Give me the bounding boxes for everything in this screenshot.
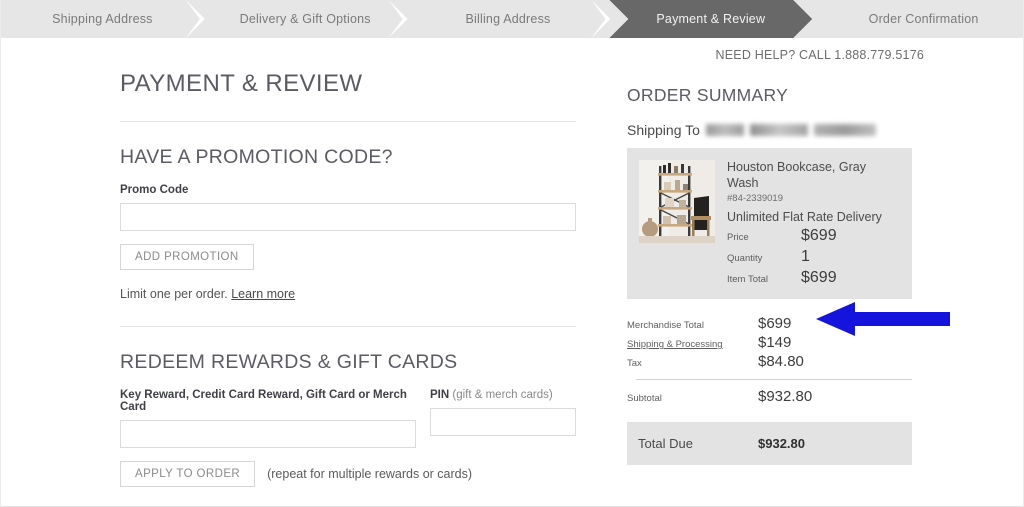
- product-quantity-row: Quantity 1: [727, 248, 900, 266]
- step-shipping-address[interactable]: Shipping Address: [1, 0, 204, 38]
- merchandise-total-row: Merchandise Total $699: [627, 315, 912, 332]
- promo-note-text: Limit one per order.: [120, 287, 228, 301]
- need-help-phone: NEED HELP? CALL 1.888.779.5176: [716, 48, 924, 62]
- total-due-value: $932.80: [758, 436, 805, 451]
- apply-to-order-button[interactable]: APPLY TO ORDER: [120, 461, 255, 487]
- tax-value: $84.80: [758, 353, 804, 370]
- promo-code-label: Promo Code: [120, 184, 576, 196]
- rewards-heading: REDEEM REWARDS & GIFT CARDS: [120, 351, 576, 374]
- divider: [120, 326, 576, 327]
- pin-input[interactable]: [430, 408, 576, 436]
- chevron-right-icon: [591, 0, 610, 38]
- shipping-processing-value: $149: [758, 334, 791, 351]
- order-item-card: Houston Bookcase, Gray Wash #84-2339019 …: [627, 148, 912, 299]
- checkout-page: Shipping Address Delivery & Gift Options…: [0, 0, 1024, 507]
- product-thumbnail[interactable]: [639, 160, 715, 243]
- promotion-heading: HAVE A PROMOTION CODE?: [120, 146, 576, 169]
- step-label: Billing Address: [465, 12, 550, 26]
- promo-code-input[interactable]: [120, 203, 576, 231]
- promo-note: Limit one per order. Learn more: [120, 287, 576, 301]
- apply-to-order-row: APPLY TO ORDER (repeat for multiple rewa…: [120, 448, 576, 487]
- apply-hint-text: (repeat for multiple rewards or cards): [267, 467, 472, 481]
- redacted-address-part: [750, 124, 808, 136]
- redacted-address-part: [706, 124, 744, 136]
- pin-label: PIN (gift & merch cards): [430, 389, 576, 401]
- product-price-label: Price: [727, 232, 801, 243]
- step-label: Order Confirmation: [869, 12, 979, 26]
- totals-divider: [636, 379, 912, 380]
- shipping-processing-link[interactable]: Shipping & Processing: [627, 339, 758, 350]
- product-info: Houston Bookcase, Gray Wash #84-2339019 …: [727, 160, 900, 287]
- pin-label-sub: (gift & merch cards): [452, 389, 552, 401]
- payment-review-form: PAYMENT & REVIEW HAVE A PROMOTION CODE? …: [120, 70, 576, 507]
- product-price-value: $699: [801, 227, 837, 245]
- order-summary-title: ORDER SUMMARY: [627, 85, 912, 106]
- merchandise-total-value: $699: [758, 315, 791, 332]
- order-totals: Merchandise Total $699 Shipping & Proces…: [627, 315, 912, 405]
- subtotal-value: $932.80: [758, 388, 812, 405]
- add-promotion-button[interactable]: ADD PROMOTION: [120, 244, 254, 270]
- product-sku: #84-2339019: [727, 193, 900, 204]
- step-payment-review[interactable]: Payment & Review: [609, 0, 812, 38]
- product-price-row: Price $699: [727, 227, 900, 245]
- redacted-address-part: [814, 124, 876, 136]
- product-delivery-method: Unlimited Flat Rate Delivery: [727, 210, 900, 224]
- shipping-to-label: Shipping To: [627, 122, 700, 138]
- tax-label: Tax: [627, 358, 758, 369]
- page-title: PAYMENT & REVIEW: [120, 70, 576, 98]
- merchandise-total-label: Merchandise Total: [627, 320, 758, 331]
- rewards-fields-row: Key Reward, Credit Card Reward, Gift Car…: [120, 374, 576, 448]
- product-item-total-row: Item Total $699: [727, 269, 900, 287]
- step-delivery-gift-options[interactable]: Delivery & Gift Options: [204, 0, 407, 38]
- step-label: Delivery & Gift Options: [240, 12, 371, 26]
- total-due-label: Total Due: [627, 436, 758, 451]
- chevron-right-icon: [186, 0, 205, 38]
- reward-card-label: Key Reward, Credit Card Reward, Gift Car…: [120, 389, 416, 413]
- pin-field-group: PIN (gift & merch cards): [430, 374, 576, 448]
- reward-card-input[interactable]: [120, 420, 416, 448]
- subtotal-row: Subtotal $932.80: [627, 388, 912, 405]
- checkout-progress-steps: Shipping Address Delivery & Gift Options…: [1, 0, 1024, 38]
- chevron-right-icon: [389, 0, 408, 38]
- product-name[interactable]: Houston Bookcase, Gray Wash: [727, 160, 900, 191]
- product-quantity-label: Quantity: [727, 253, 801, 264]
- step-billing-address[interactable]: Billing Address: [407, 0, 610, 38]
- shipping-to-row: Shipping To: [627, 122, 912, 138]
- tax-row: Tax $84.80: [627, 353, 912, 370]
- step-label: Payment & Review: [656, 12, 765, 26]
- step-label: Shipping Address: [52, 12, 153, 26]
- shipping-processing-row: Shipping & Processing $149: [627, 334, 912, 351]
- divider: [120, 121, 576, 122]
- pin-label-text: PIN: [430, 389, 449, 401]
- subtotal-label: Subtotal: [627, 393, 758, 404]
- product-item-total-label: Item Total: [727, 274, 801, 285]
- step-order-confirmation[interactable]: Order Confirmation: [812, 0, 1024, 38]
- learn-more-link[interactable]: Learn more: [231, 287, 295, 301]
- reward-card-field-group: Key Reward, Credit Card Reward, Gift Car…: [120, 374, 416, 448]
- order-summary-panel: ORDER SUMMARY Shipping To: [627, 85, 912, 465]
- total-due-box: Total Due $932.80: [627, 422, 912, 465]
- product-quantity-value: 1: [801, 248, 810, 266]
- product-item-total-value: $699: [801, 269, 837, 287]
